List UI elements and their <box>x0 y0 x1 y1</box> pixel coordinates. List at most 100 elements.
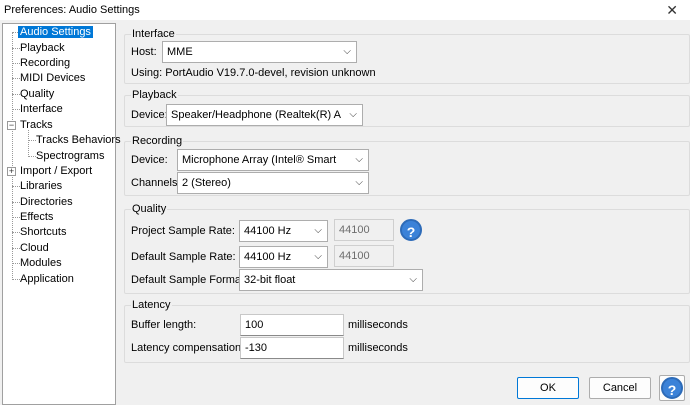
chevron-down-icon: ⌵ <box>355 177 363 188</box>
default-sample-rate-field[interactable]: 44100 <box>334 245 394 267</box>
chevron-down-icon: ⌵ <box>343 46 351 57</box>
tree-item-label: Spectrograms <box>36 150 105 162</box>
tree-item-playback[interactable]: Playback <box>20 41 65 56</box>
buffer-length-unit: milliseconds <box>348 319 408 331</box>
playback-device-select[interactable]: Speaker/Headphone (Realtek(R) A ⌵ <box>166 104 363 126</box>
close-icon[interactable]: ✕ <box>666 2 678 19</box>
buffer-length-label: Buffer length: <box>131 319 197 331</box>
latency-group-title: Latency <box>131 299 172 311</box>
default-sample-format-select[interactable]: 32-bit float ⌵ <box>239 269 423 291</box>
default-sample-rate-value: 44100 Hz <box>244 251 292 263</box>
host-label: Host: <box>131 46 157 58</box>
tree-connector <box>28 140 36 141</box>
tree-item-label: Tracks <box>20 119 53 131</box>
tree-connector <box>12 63 20 64</box>
tree-connector <box>12 217 20 218</box>
playback-device-label: Device: <box>131 109 168 121</box>
tree-item-label: Recording <box>20 57 71 69</box>
project-sample-rate-label: Project Sample Rate: <box>131 225 235 237</box>
tree-item-label: Application <box>20 273 74 285</box>
tree-item-directories[interactable]: Directories <box>20 195 73 210</box>
preferences-tree[interactable]: Audio Settings Playback Recording MIDI D… <box>2 23 121 405</box>
host-select[interactable]: MME ⌵ <box>162 41 357 63</box>
import-export-expand-icon[interactable]: + <box>7 167 16 176</box>
tree-item-label: Modules <box>20 257 62 269</box>
latency-compensation-unit: milliseconds <box>348 342 408 354</box>
default-sample-rate-label: Default Sample Rate: <box>131 251 236 263</box>
project-sample-rate-value: 44100 Hz <box>244 225 292 237</box>
tree-item-label: Shortcuts <box>20 226 67 238</box>
playback-device-value: Speaker/Headphone (Realtek(R) A <box>171 109 341 121</box>
tree-connector <box>12 78 20 79</box>
project-sample-rate-select[interactable]: 44100 Hz ⌵ <box>239 220 328 242</box>
chevron-down-icon: ⌵ <box>349 109 357 120</box>
tree-item-effects[interactable]: Effects <box>20 210 53 225</box>
recording-group-title: Recording <box>131 135 184 147</box>
recording-device-value: Microphone Array (Intel® Smart <box>182 154 337 166</box>
chevron-down-icon: ⌵ <box>355 154 363 165</box>
tree-item-midi-devices[interactable]: MIDI Devices <box>20 71 85 86</box>
interface-group-title: Interface <box>131 28 176 40</box>
help-button[interactable]: ? <box>659 375 685 401</box>
tree-connector <box>12 202 20 203</box>
tree-connector <box>12 248 20 249</box>
tree-item-tracks-behaviors[interactable]: Tracks Behaviors <box>36 133 121 148</box>
tree-connector <box>12 32 13 280</box>
channels-label: Channels: <box>131 177 181 189</box>
default-sample-format-value: 32-bit float <box>244 274 296 286</box>
chevron-down-icon: ⌵ <box>314 225 322 236</box>
tree-connector <box>12 94 20 95</box>
latency-compensation-input[interactable]: -130 <box>240 337 344 359</box>
tree-item-label: Quality <box>20 88 55 100</box>
default-sample-format-label: Default Sample Format: <box>131 274 248 286</box>
tree-item-label: Playback <box>20 42 65 54</box>
portaudio-info: Using: PortAudio V19.7.0-devel, revision… <box>131 67 376 79</box>
tree-item-spectrograms[interactable]: Spectrograms <box>36 149 104 164</box>
tree-connector <box>12 279 20 280</box>
latency-compensation-label: Latency compensation: <box>131 342 245 354</box>
tree-item-label: Directories <box>20 196 73 208</box>
title-bar: Preferences: Audio Settings ✕ <box>0 0 690 20</box>
recording-device-label: Device: <box>131 154 168 166</box>
tree-connector <box>12 186 20 187</box>
default-sample-rate-select[interactable]: 44100 Hz ⌵ <box>239 246 328 268</box>
tree-item-tracks[interactable]: Tracks <box>20 118 53 133</box>
help-icon: ? <box>661 377 683 399</box>
tree-item-label: Effects <box>20 211 54 223</box>
buffer-length-input[interactable]: 100 <box>240 314 344 336</box>
project-sample-rate-field[interactable]: 44100 <box>334 219 394 241</box>
ok-button[interactable]: OK <box>517 377 579 399</box>
tree-item-label: Audio Settings <box>18 26 93 38</box>
window-title: Preferences: Audio Settings <box>4 4 140 16</box>
tree-item-import-export[interactable]: Import / Export <box>20 164 92 179</box>
cancel-button[interactable]: Cancel <box>589 377 651 399</box>
channels-value: 2 (Stereo) <box>182 177 231 189</box>
tree-item-modules[interactable]: Modules <box>20 256 62 271</box>
tree-item-cloud[interactable]: Cloud <box>20 241 49 256</box>
tree-item-label: Tracks Behaviors <box>36 134 121 146</box>
playback-group-title: Playback <box>131 89 178 101</box>
quality-group-title: Quality <box>131 203 168 215</box>
chevron-down-icon: ⌵ <box>409 274 417 285</box>
tree-item-libraries[interactable]: Libraries <box>20 179 62 194</box>
quality-help-icon[interactable]: ? <box>400 219 422 241</box>
tree-item-shortcuts[interactable]: Shortcuts <box>20 225 66 240</box>
latency-group <box>124 305 690 363</box>
channels-select[interactable]: 2 (Stereo) ⌵ <box>177 172 369 194</box>
host-select-value: MME <box>167 46 193 58</box>
tree-item-audio-settings[interactable]: Audio Settings <box>18 25 93 40</box>
tree-connector <box>12 48 20 49</box>
tree-item-label: MIDI Devices <box>20 72 86 84</box>
tracks-collapse-icon[interactable]: − <box>7 121 16 130</box>
recording-device-select[interactable]: Microphone Array (Intel® Smart ⌵ <box>177 149 369 171</box>
tree-item-recording[interactable]: Recording <box>20 56 70 71</box>
tree-connector <box>28 156 36 157</box>
tree-item-label: Import / Export <box>20 165 93 177</box>
tree-item-label: Libraries <box>20 180 63 192</box>
tree-item-quality[interactable]: Quality <box>20 87 54 102</box>
tree-item-application[interactable]: Application <box>20 272 74 287</box>
tree-connector <box>12 263 20 264</box>
tree-connector <box>12 109 20 110</box>
tree-item-interface[interactable]: Interface <box>20 102 63 117</box>
tree-item-label: Interface <box>20 103 63 115</box>
